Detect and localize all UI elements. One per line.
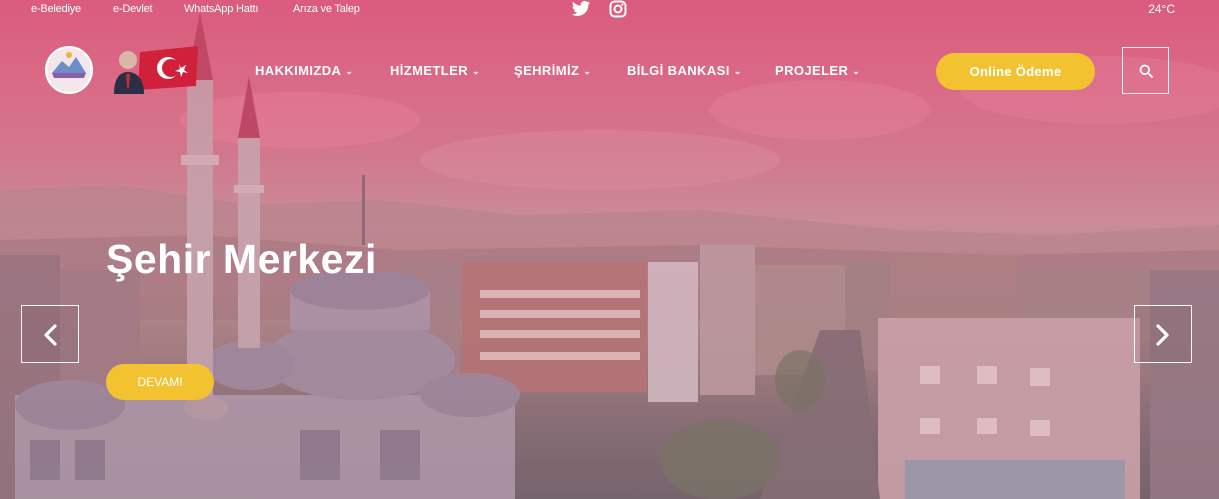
instagram-icon[interactable]	[608, 0, 628, 19]
link-ariza-talep[interactable]: Arıza ve Talep	[293, 3, 360, 15]
slide-title: Şehir Merkezi	[106, 236, 377, 282]
nav-projeler[interactable]: PROJELER ⌄	[775, 63, 860, 78]
link-e-belediye[interactable]: e-Belediye	[31, 3, 81, 15]
search-button[interactable]	[1122, 47, 1169, 94]
chevron-left-icon	[44, 324, 57, 346]
search-icon	[1139, 64, 1153, 78]
chevron-down-icon: ⌄	[583, 66, 592, 76]
temperature: 24°C	[1148, 2, 1175, 16]
slider-next-button[interactable]	[1134, 305, 1192, 363]
link-e-devlet[interactable]: e-Devlet	[113, 3, 153, 15]
nav-hakkimizda[interactable]: HAKKIMIZDA ⌄	[255, 63, 353, 78]
online-payment-button[interactable]: Online Ödeme	[936, 53, 1095, 90]
chevron-down-icon: ⌄	[852, 66, 861, 76]
nav-label: PROJELER	[775, 63, 849, 78]
read-more-button[interactable]: DEVAMI	[106, 364, 214, 400]
twitter-icon[interactable]	[571, 0, 591, 19]
chevron-down-icon: ⌄	[471, 66, 480, 76]
nav-label: HAKKIMIZDA	[255, 63, 342, 78]
chevron-down-icon: ⌄	[345, 66, 354, 76]
slider-prev-button[interactable]	[21, 305, 79, 363]
municipality-logo[interactable]	[44, 45, 94, 95]
nav-bilgi-bankasi[interactable]: BİLGİ BANKASI ⌄	[627, 63, 742, 78]
nav-label: ŞEHRİMİZ	[514, 63, 580, 78]
nav-label: BİLGİ BANKASI	[627, 63, 730, 78]
link-whatsapp[interactable]: WhatsApp Hattı	[184, 3, 258, 15]
chevron-down-icon: ⌄	[733, 66, 742, 76]
nav-hizmetler[interactable]: HİZMETLER ⌄	[390, 63, 480, 78]
nav-label: HİZMETLER	[390, 63, 468, 78]
nav-sehrimiz[interactable]: ŞEHRİMİZ ⌄	[514, 63, 591, 78]
top-bar: e-Belediye e-Devlet WhatsApp Hattı Arıza…	[0, 0, 1219, 18]
chevron-right-icon	[1156, 324, 1169, 346]
president-flag-logo	[112, 44, 200, 94]
